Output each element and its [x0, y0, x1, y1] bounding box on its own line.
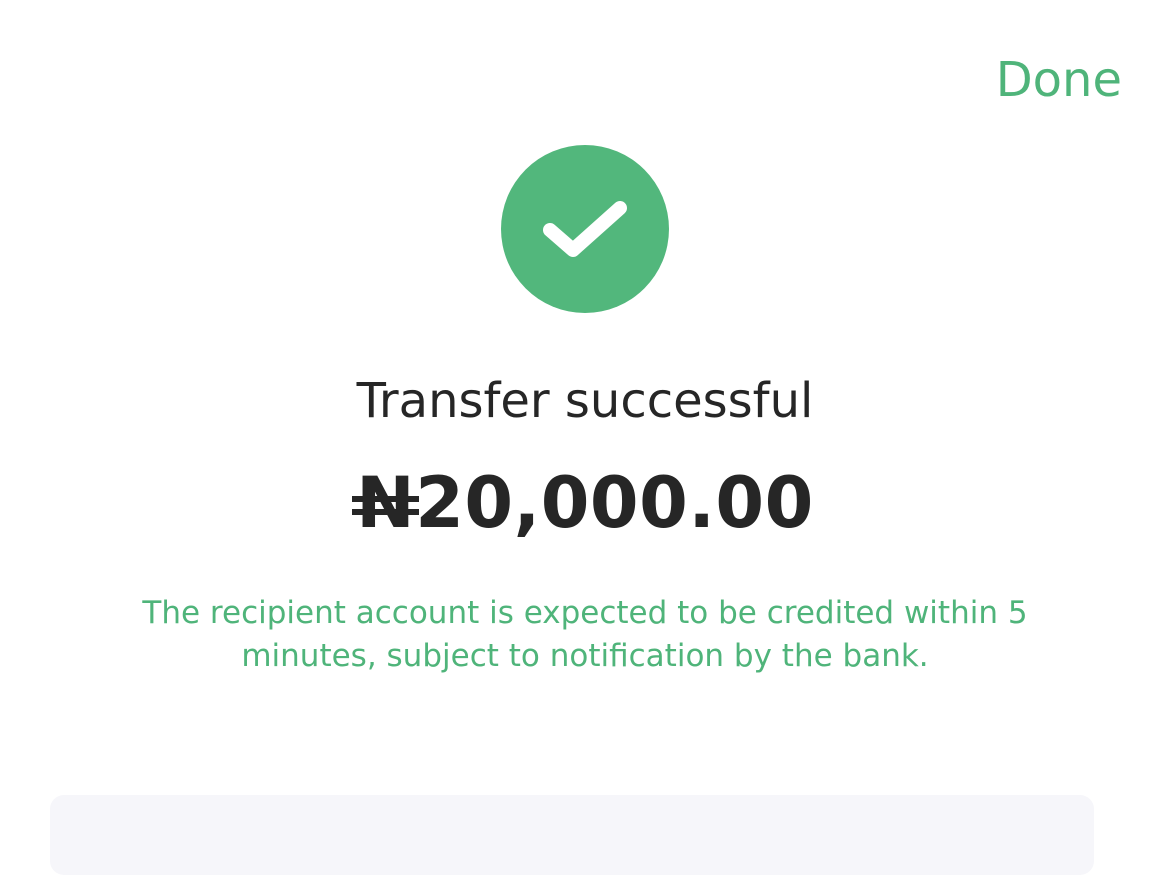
checkmark-icon: [543, 201, 627, 257]
success-check-icon: [501, 145, 669, 313]
done-button[interactable]: Done: [996, 50, 1122, 110]
amount-value: 20,000.00: [415, 462, 814, 544]
naira-currency-symbol: N: [352, 462, 420, 544]
transfer-amount: N20,000.00: [0, 463, 1170, 543]
credit-notice: The recipient account is expected to be …: [142, 595, 1028, 674]
transaction-details-card: [50, 795, 1094, 875]
status-title: Transfer successful: [356, 373, 814, 429]
